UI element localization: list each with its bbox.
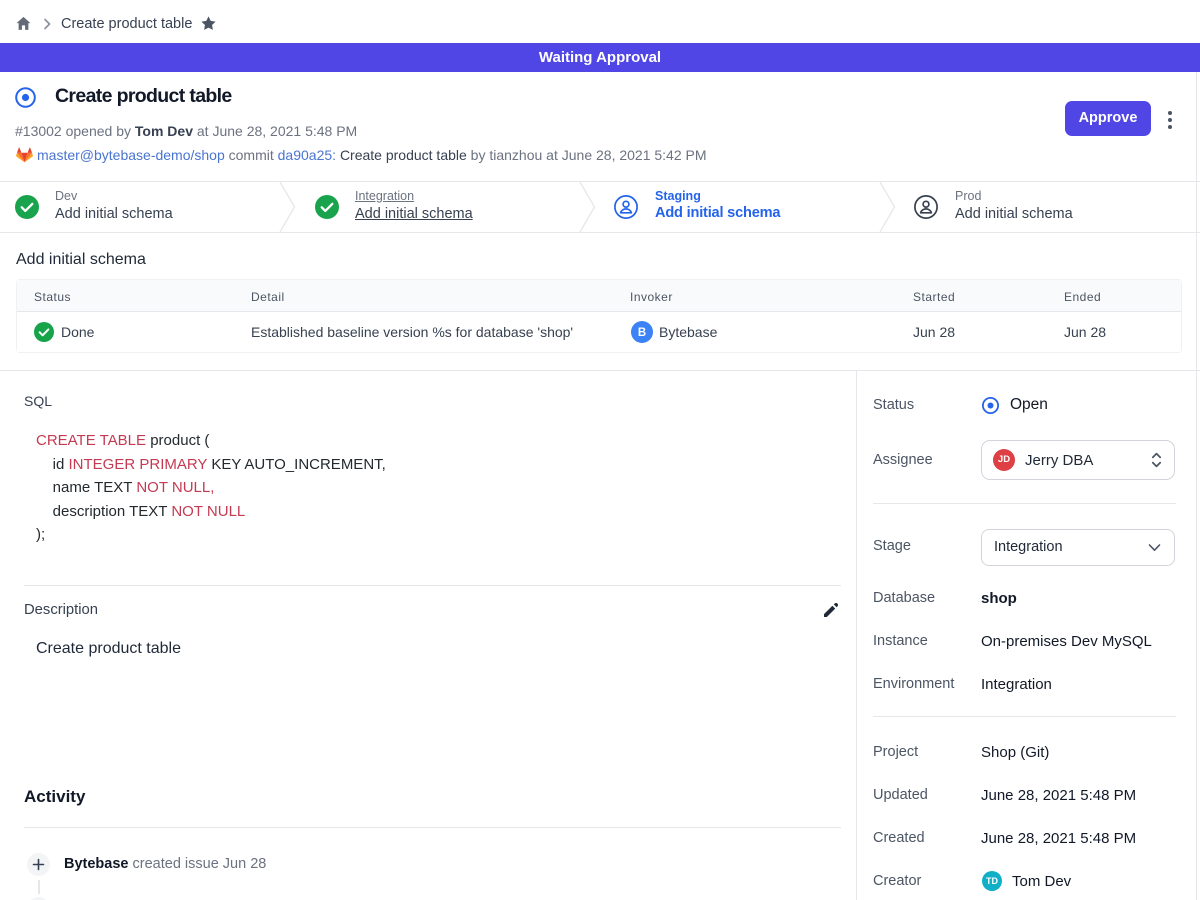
svg-text:B: B [638, 327, 646, 339]
